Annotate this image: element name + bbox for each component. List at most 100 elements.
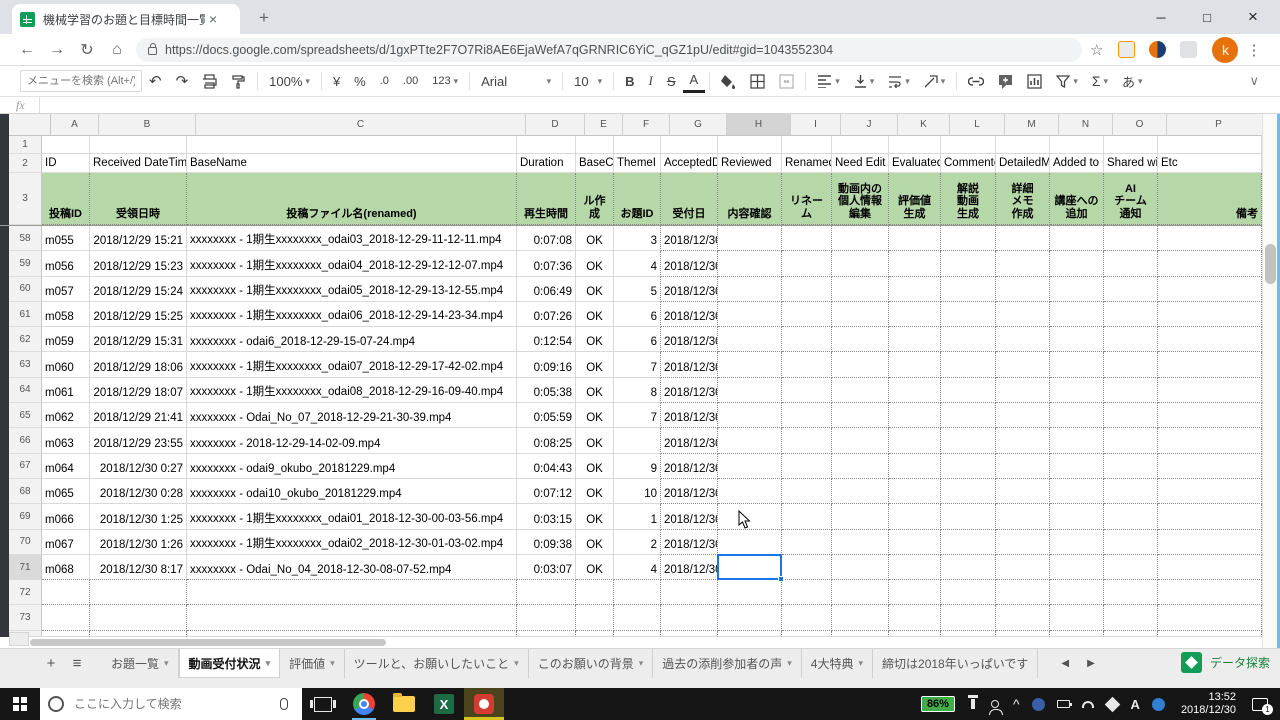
tab-close-icon[interactable]: × <box>209 11 217 27</box>
scroll-tabs-right-icon[interactable]: ▶ <box>1078 649 1104 678</box>
grid-cell[interactable] <box>996 136 1050 154</box>
add-sheet-button[interactable]: + <box>38 649 64 678</box>
row-header[interactable]: 73 <box>9 605 42 630</box>
grid-cell[interactable] <box>187 605 517 630</box>
grid-cell[interactable] <box>1050 454 1104 479</box>
insert-link-icon[interactable] <box>961 69 991 93</box>
browser-menu-icon[interactable]: ⋮ <box>1246 41 1261 59</box>
grid-cell[interactable]: 2 <box>614 530 661 555</box>
grid-cell[interactable]: 2018/12/30 <box>661 530 718 555</box>
row-header[interactable]: 67 <box>9 454 42 479</box>
grid-corner[interactable] <box>9 114 51 136</box>
grid-cell[interactable]: 2018/12/30 1:25 <box>90 504 187 529</box>
grid-cell[interactable]: 2018/12/29 15:24 <box>90 277 187 302</box>
grid-cell[interactable] <box>90 136 187 154</box>
column-header[interactable]: N <box>1059 114 1113 136</box>
grid-cell[interactable] <box>718 403 782 428</box>
grid-cell[interactable] <box>996 378 1050 403</box>
grid-cell[interactable] <box>718 352 782 377</box>
column-header[interactable]: C <box>196 114 526 136</box>
grid-cell[interactable]: xxxxxxxx - odai6_2018-12-29-15-07-24.mp4 <box>187 327 517 352</box>
grid-cell[interactable]: 0:07:08 <box>517 226 576 251</box>
grid-cell[interactable]: Reviewed <box>718 154 782 173</box>
grid-cell[interactable] <box>832 479 889 504</box>
chrome-taskbar-icon[interactable] <box>344 688 384 720</box>
text-color-button[interactable]: A <box>683 69 706 93</box>
grid-cell[interactable]: m064 <box>42 454 90 479</box>
grid-cell[interactable] <box>996 428 1050 453</box>
grid-cell[interactable] <box>889 555 941 580</box>
grid-cell[interactable]: OK <box>576 530 614 555</box>
grid-cell[interactable] <box>782 302 832 327</box>
strikethrough-button[interactable]: S <box>660 69 683 93</box>
grid-cell[interactable]: AI チーム 通知 <box>1104 173 1158 225</box>
sheet-tab-menu-icon[interactable]: ▾ <box>330 658 335 669</box>
grid-cell[interactable] <box>1158 136 1262 154</box>
grid-cell[interactable] <box>996 352 1050 377</box>
grid-cell[interactable]: Shared wit <box>1104 154 1158 173</box>
grid-cell[interactable] <box>1158 555 1262 580</box>
grid-cell[interactable]: OK <box>576 302 614 327</box>
grid-cell[interactable] <box>889 504 941 529</box>
row-header[interactable]: 1 <box>9 136 42 154</box>
grid-cell[interactable]: OK <box>576 327 614 352</box>
grid-cell[interactable]: Added to C <box>1050 154 1104 173</box>
grid-cell[interactable] <box>718 631 782 637</box>
grid-cell[interactable] <box>941 302 996 327</box>
bold-button[interactable]: B <box>618 69 641 93</box>
grid-cell[interactable]: ID <box>42 154 90 173</box>
grid-cell[interactable] <box>187 631 517 637</box>
column-header[interactable]: G <box>670 114 727 136</box>
grid-cell[interactable]: xxxxxxxx - 1期生xxxxxxxx_odai01_2018-12-30… <box>187 504 517 529</box>
grid-cell[interactable]: 2018/12/30 <box>661 454 718 479</box>
sheet-tab[interactable]: 締切は2018年いっぱいです <box>873 649 1038 678</box>
grid-cell[interactable] <box>832 530 889 555</box>
explore-button[interactable]: データ探索 <box>1181 652 1270 673</box>
grid-cell[interactable]: 2018/12/30 <box>661 555 718 580</box>
grid-cell[interactable] <box>996 479 1050 504</box>
grid-cell[interactable] <box>90 580 187 605</box>
grid-cell[interactable] <box>718 327 782 352</box>
grid-cell[interactable] <box>782 605 832 630</box>
grid-cell[interactable]: OK <box>576 479 614 504</box>
grid-cell[interactable]: 評価値 生成 <box>889 173 941 225</box>
tray-app-icon[interactable] <box>1032 698 1045 711</box>
grid-cell[interactable] <box>996 454 1050 479</box>
sheet-tab-menu-icon[interactable]: ▾ <box>266 658 271 669</box>
grid-cell[interactable] <box>996 327 1050 352</box>
grid-cell[interactable] <box>996 605 1050 630</box>
column-header[interactable]: M <box>1005 114 1059 136</box>
grid-cell[interactable] <box>1158 504 1262 529</box>
excel-icon[interactable]: X <box>424 688 464 720</box>
grid-cell[interactable] <box>576 136 614 154</box>
grid-cell[interactable]: BaseCo <box>576 154 614 173</box>
vertical-scrollbar-thumb[interactable] <box>1265 244 1276 284</box>
grid-cell[interactable] <box>889 631 941 637</box>
grid-cell[interactable] <box>941 327 996 352</box>
grid-cell[interactable] <box>1050 479 1104 504</box>
grid-cell[interactable] <box>889 251 941 276</box>
sheet-tab[interactable]: 4大特典▾ <box>802 649 873 678</box>
grid-cell[interactable] <box>718 277 782 302</box>
grid-cell[interactable]: OK <box>576 277 614 302</box>
menu-search-input[interactable] <box>20 70 142 92</box>
column-header[interactable]: A <box>51 114 99 136</box>
all-sheets-icon[interactable]: ≡ <box>64 649 90 678</box>
grid-cell[interactable] <box>1050 327 1104 352</box>
functions-button[interactable]: Σ▾ <box>1085 69 1115 93</box>
grid-cell[interactable] <box>941 251 996 276</box>
grid-cell[interactable]: m061 <box>42 378 90 403</box>
grid-cell[interactable] <box>832 403 889 428</box>
grid-cell[interactable] <box>187 136 517 154</box>
new-tab-button[interactable]: + <box>252 8 276 28</box>
sheet-tab[interactable]: お題一覧▾ <box>102 649 179 678</box>
minimize-button[interactable]: ─ <box>1138 0 1184 34</box>
grid-cell[interactable]: 0:07:26 <box>517 302 576 327</box>
grid-cell[interactable]: 0:09:16 <box>517 352 576 377</box>
grid-cell[interactable]: OK <box>576 403 614 428</box>
column-header[interactable]: K <box>898 114 950 136</box>
grid-cell[interactable] <box>941 378 996 403</box>
grid-cell[interactable] <box>832 605 889 630</box>
grid-cell[interactable] <box>1050 302 1104 327</box>
toolbar-more-icon[interactable]: ∨ <box>1242 69 1266 93</box>
